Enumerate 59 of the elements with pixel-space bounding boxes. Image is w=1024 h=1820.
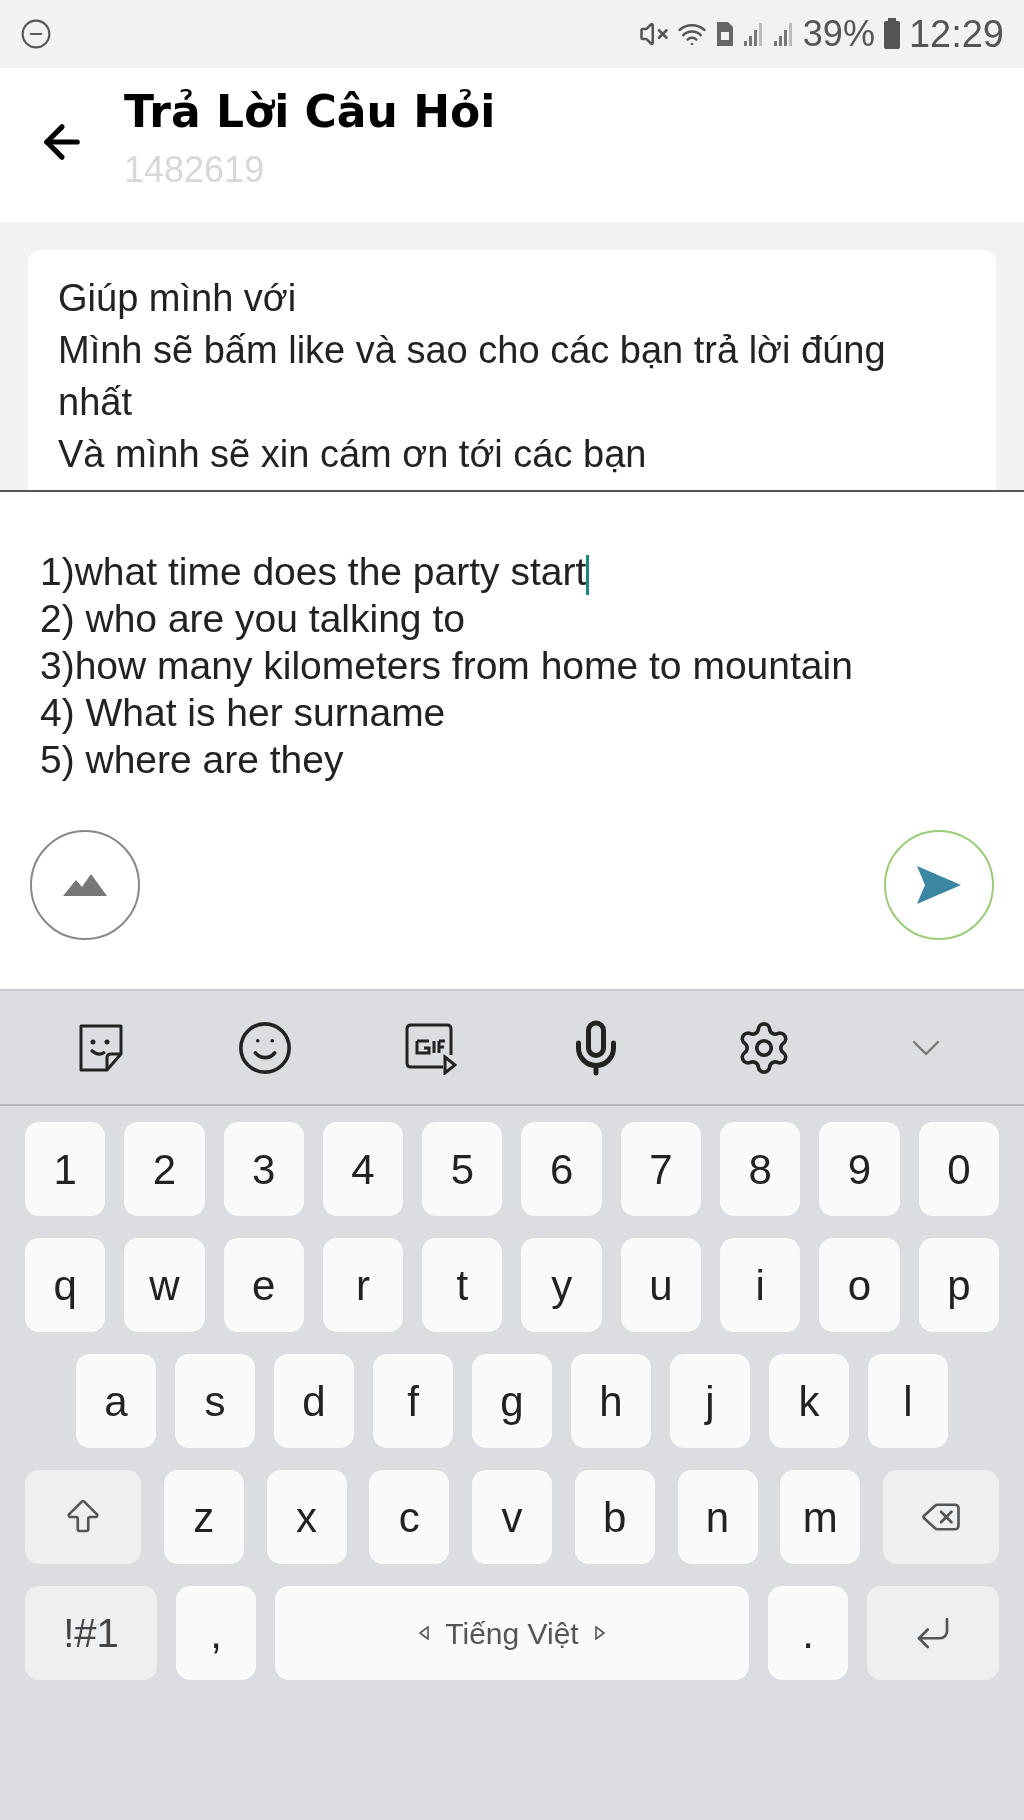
keyboard-key[interactable]: 8: [720, 1122, 801, 1216]
keyboard-key[interactable]: h: [571, 1354, 651, 1448]
keyboard-key[interactable]: x: [266, 1470, 347, 1564]
keyboard-key[interactable]: 6: [521, 1122, 602, 1216]
space-key[interactable]: Tiếng Việt: [275, 1586, 749, 1680]
send-button[interactable]: [884, 830, 994, 940]
answer-field[interactable]: 1)what time does the party start 2) who are you talking to 3)how many kilometers from home to mountain 4) What is her surname 5) where are they: [28, 548, 996, 808]
keyboard-key[interactable]: g: [472, 1354, 552, 1448]
keyboard-key[interactable]: z: [163, 1470, 244, 1564]
do-not-disturb-icon: [20, 18, 52, 50]
keyboard-key[interactable]: 9: [819, 1122, 900, 1216]
shift-key[interactable]: [25, 1470, 141, 1564]
keyboard-key[interactable]: c: [369, 1470, 450, 1564]
keyboard-key[interactable]: y: [521, 1238, 602, 1332]
battery-percent: 39%: [802, 12, 875, 56]
right-triangle-icon: [594, 1626, 605, 1640]
mountain-icon: [63, 874, 107, 896]
keyboard-key[interactable]: 4: [322, 1122, 404, 1216]
keyboard-key[interactable]: 0: [918, 1122, 999, 1216]
image-button[interactable]: [30, 830, 140, 940]
text-caret: [586, 554, 590, 595]
keyboard-key[interactable]: 2: [124, 1122, 205, 1216]
keyboard-key[interactable]: j: [670, 1354, 750, 1448]
keyboard-key[interactable]: a: [76, 1354, 156, 1448]
page-title: Trả Lời Câu Hỏi: [124, 85, 496, 139]
battery-icon: [882, 18, 901, 50]
keyboard-key[interactable]: i: [720, 1238, 801, 1332]
keyboard-key[interactable]: e: [223, 1238, 304, 1332]
keyboard-key[interactable]: u: [620, 1238, 702, 1332]
keyboard-key[interactable]: l: [868, 1354, 948, 1448]
backspace-key[interactable]: [883, 1470, 999, 1564]
keyboard-key[interactable]: b: [574, 1470, 655, 1564]
keyboard-key[interactable]: q: [25, 1238, 106, 1332]
keyboard-key[interactable]: r: [322, 1238, 404, 1332]
question-text: Giúp mình với Mình sẽ bấm like và sao cho các bạn trả lời đúng nhất Và mình sẽ xin cám ơn tới các bạn: [58, 276, 887, 477]
keyboard-key[interactable]: 3: [223, 1122, 304, 1216]
keyboard-key[interactable]: .: [768, 1586, 848, 1680]
keyboard-key[interactable]: w: [124, 1238, 205, 1332]
sim-card-icon: [714, 20, 735, 48]
keyboard-key[interactable]: s: [175, 1354, 255, 1448]
keyboard-key[interactable]: t: [422, 1238, 503, 1332]
left-triangle-icon: [419, 1626, 430, 1640]
keyboard-key[interactable]: p: [918, 1238, 999, 1332]
keyboard-key[interactable]: o: [819, 1238, 900, 1332]
keyboard-key[interactable]: v: [472, 1470, 552, 1564]
keyboard-key[interactable]: d: [274, 1354, 354, 1448]
signal-icon: [772, 21, 795, 47]
keyboard-key[interactable]: ,: [176, 1586, 256, 1680]
send-icon: [917, 866, 961, 904]
keyboard-key[interactable]: k: [769, 1354, 849, 1448]
keyboard-key[interactable]: f: [373, 1354, 453, 1448]
keyboard-key[interactable]: 7: [620, 1122, 702, 1216]
keyboard-key[interactable]: n: [677, 1470, 758, 1564]
keyboard-key[interactable]: 5: [422, 1122, 503, 1216]
keyboard-key[interactable]: 1: [25, 1122, 106, 1216]
symbols-key[interactable]: !#1: [25, 1586, 157, 1680]
keyboard-key[interactable]: m: [780, 1470, 861, 1564]
signal-icon: [742, 21, 765, 47]
clock-time: 12:29: [908, 11, 1004, 57]
